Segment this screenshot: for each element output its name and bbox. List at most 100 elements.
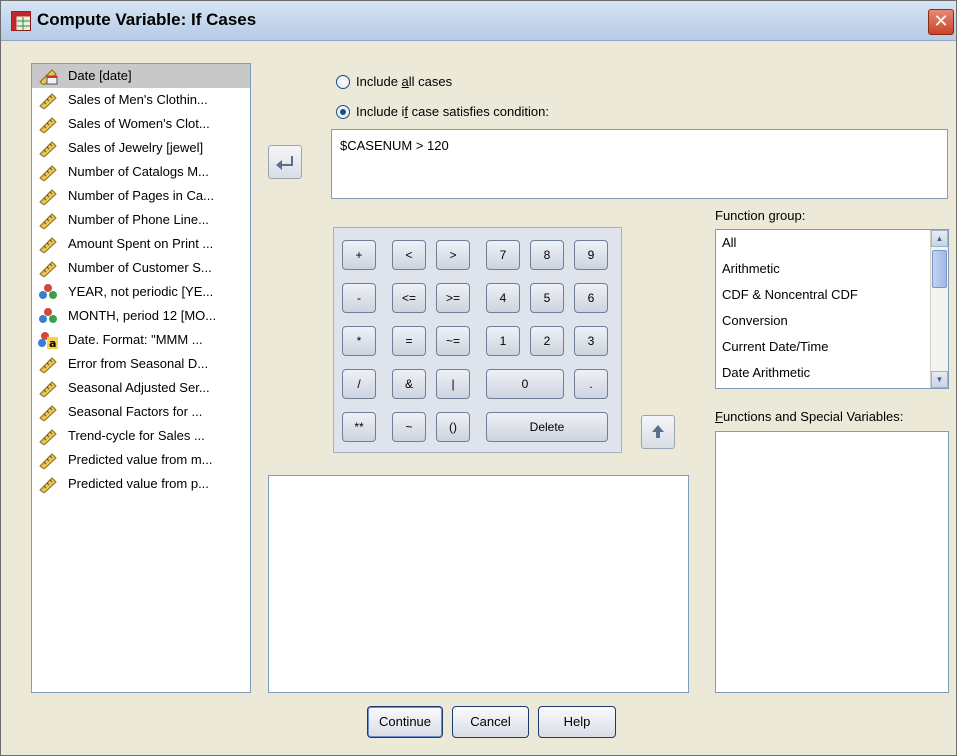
ruler-icon: [38, 259, 58, 278]
variable-item[interactable]: YEAR, not periodic [YE...: [32, 280, 250, 304]
key-delete[interactable]: Delete: [486, 412, 608, 442]
variable-item[interactable]: Number of Pages in Ca...: [32, 184, 250, 208]
key-and[interactable]: &: [392, 369, 426, 399]
close-button[interactable]: ✕: [928, 9, 954, 35]
key-2[interactable]: 2: [530, 326, 564, 356]
svg-text:a: a: [49, 337, 56, 349]
window-title: Compute Variable: If Cases: [37, 10, 257, 29]
variable-item[interactable]: Sales of Jewelry [jewel]: [32, 136, 250, 160]
ruler-icon: [38, 475, 58, 494]
scroll-up-button[interactable]: ▲: [931, 230, 948, 247]
function-group-item[interactable]: Conversion: [716, 308, 948, 334]
function-group-item[interactable]: Current Date/Time: [716, 334, 948, 360]
key-less-than[interactable]: <: [392, 240, 426, 270]
variable-item[interactable]: Predicted value from p...: [32, 472, 250, 496]
key-minus[interactable]: -: [342, 283, 376, 313]
variable-item[interactable]: Number of Phone Line...: [32, 208, 250, 232]
key-parentheses[interactable]: (): [436, 412, 470, 442]
scroll-down-icon: ▼: [935, 375, 944, 384]
include-all-cases-label: Include all cases: [356, 74, 453, 89]
key-3[interactable]: 3: [574, 326, 608, 356]
key-divide[interactable]: /: [342, 369, 376, 399]
ruler-icon: [38, 379, 58, 398]
key-plus[interactable]: +: [342, 240, 376, 270]
variable-label: Predicted value from p...: [68, 476, 209, 491]
include-if-condition-label: Include if case satisfies condition:: [356, 104, 549, 119]
move-variable-button[interactable]: [268, 145, 302, 179]
function-group-item[interactable]: All: [716, 230, 948, 256]
variable-item[interactable]: Number of Customer S...: [32, 256, 250, 280]
key-decimal[interactable]: .: [574, 369, 608, 399]
key-equals[interactable]: =: [392, 326, 426, 356]
nominal-circles-icon: [38, 307, 58, 325]
radio-button[interactable]: [336, 105, 350, 119]
variable-label: Sales of Men's Clothin...: [68, 92, 208, 107]
variable-item[interactable]: Sales of Men's Clothin...: [32, 88, 250, 112]
function-group-label: Function group:: [715, 208, 806, 223]
key-greater-than[interactable]: >: [436, 240, 470, 270]
variable-item[interactable]: Date [date]: [32, 64, 250, 88]
functions-special-label: Functions and Special Variables:: [715, 409, 904, 424]
function-group-list[interactable]: All Arithmetic CDF & Noncentral CDF Convers…: [715, 229, 949, 389]
ruler-icon: [38, 91, 58, 110]
functions-special-list[interactable]: [715, 431, 949, 693]
function-group-item[interactable]: Arithmetic: [716, 256, 948, 282]
condition-expression-input[interactable]: $CASENUM > 120: [331, 129, 948, 199]
key-9[interactable]: 9: [574, 240, 608, 270]
variable-item[interactable]: Amount Spent on Print ...: [32, 232, 250, 256]
move-function-button[interactable]: [641, 415, 675, 449]
variable-item[interactable]: Seasonal Adjusted Ser...: [32, 376, 250, 400]
variable-item[interactable]: Predicted value from m...: [32, 448, 250, 472]
variable-item[interactable]: MONTH, period 12 [MO...: [32, 304, 250, 328]
variable-label: Number of Phone Line...: [68, 212, 209, 227]
ruler-icon: [38, 451, 58, 470]
key-0[interactable]: 0: [486, 369, 564, 399]
ruler-icon: [38, 403, 58, 422]
key-not-equal[interactable]: ~=: [436, 326, 470, 356]
variable-list[interactable]: Date [date] Sales of Men's Clothin... Sale…: [31, 63, 251, 693]
ruler-icon: [38, 139, 58, 158]
key-greater-equal[interactable]: >=: [436, 283, 470, 313]
ruler-icon: [38, 115, 58, 134]
title-bar: Compute Variable: If Cases ✕: [1, 1, 956, 41]
key-5[interactable]: 5: [530, 283, 564, 313]
variable-item[interactable]: Trend-cycle for Sales ...: [32, 424, 250, 448]
key-4[interactable]: 4: [486, 283, 520, 313]
continue-button[interactable]: Continue: [367, 706, 443, 738]
calculator-keypad: + < >7 8 9 - <= >= 4 5 6 * = ~= 1 2 3 /& | 0. ** ~ () Delete: [333, 227, 622, 453]
help-button[interactable]: Help: [538, 706, 616, 738]
key-power[interactable]: **: [342, 412, 376, 442]
variable-label: Sales of Jewelry [jewel]: [68, 140, 204, 155]
variable-item[interactable]: Seasonal Factors for ...: [32, 400, 250, 424]
variable-label: Number of Pages in Ca...: [68, 188, 214, 203]
scroll-thumb[interactable]: [932, 250, 947, 288]
variable-item[interactable]: Error from Seasonal D...: [32, 352, 250, 376]
nominal-circles-icon: [38, 283, 58, 301]
function-group-item[interactable]: Date Arithmetic: [716, 360, 948, 386]
variable-label: Amount Spent on Print ...: [68, 236, 214, 251]
variable-item[interactable]: Sales of Women's Clot...: [32, 112, 250, 136]
variable-item[interactable]: Number of Catalogs M...: [32, 160, 250, 184]
key-7[interactable]: 7: [486, 240, 520, 270]
ruler-icon: [38, 211, 58, 230]
key-multiply[interactable]: *: [342, 326, 376, 356]
variable-label: Trend-cycle for Sales ...: [68, 428, 205, 443]
key-not[interactable]: ~: [392, 412, 426, 442]
arrow-left-return-icon: [276, 156, 293, 170]
function-group-scrollbar[interactable]: ▲ ▼: [930, 230, 948, 388]
cancel-button[interactable]: Cancel: [452, 706, 529, 738]
date-ruler-icon: [38, 67, 58, 86]
variable-item[interactable]: a Date. Format: "MMM ...: [32, 328, 250, 352]
key-8[interactable]: 8: [530, 240, 564, 270]
function-group-item[interactable]: CDF & Noncentral CDF: [716, 282, 948, 308]
expression-text: $CASENUM > 120: [340, 138, 449, 153]
key-6[interactable]: 6: [574, 283, 608, 313]
string-nominal-icon: a: [38, 331, 58, 350]
key-less-equal[interactable]: <=: [392, 283, 426, 313]
key-1[interactable]: 1: [486, 326, 520, 356]
radio-button[interactable]: [336, 75, 350, 89]
variable-label: Seasonal Factors for ...: [68, 404, 203, 419]
ruler-icon: [38, 163, 58, 182]
key-or[interactable]: |: [436, 369, 470, 399]
scroll-down-button[interactable]: ▼: [931, 371, 948, 388]
